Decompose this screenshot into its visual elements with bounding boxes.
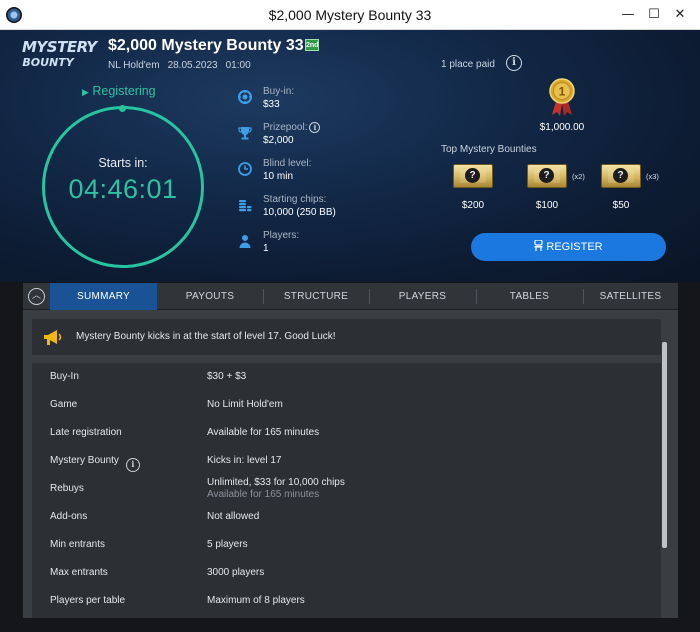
window-title: $2,000 Mystery Bounty 33	[268, 7, 432, 23]
person-icon	[239, 235, 251, 248]
first-place-prize: $1,000.00	[539, 122, 585, 133]
second-badge: 2nd	[305, 39, 319, 51]
question-mark-icon: ?	[613, 168, 628, 183]
tab-payouts[interactable]: PAYOUTS	[157, 283, 263, 310]
table-row: Players per table Maximum of 8 players	[50, 595, 305, 606]
bounty-envelope-1: ?	[453, 164, 493, 188]
question-mark-icon: ?	[539, 168, 554, 183]
close-button[interactable]: ✕	[668, 4, 692, 26]
play-arrow-icon: ▶	[82, 87, 89, 97]
mystery-bounty-info-icon[interactable]: i	[125, 458, 140, 472]
bounty-value: $100	[535, 200, 559, 211]
top-bounties-label: Top Mystery Bounties	[441, 144, 537, 155]
scrollbar[interactable]	[662, 342, 667, 548]
table-row: Late registration Available for 165 minut…	[50, 427, 320, 438]
register-button[interactable]: REGISTER	[471, 233, 666, 261]
svg-text:1: 1	[559, 85, 566, 99]
table-row: Game No Limit Hold'em	[50, 399, 283, 410]
tournament-meta: NL Hold'em 28.05.2023 01:00	[108, 60, 259, 71]
tab-tables[interactable]: TABLES	[476, 283, 583, 310]
prizepool-info-icon[interactable]: i	[309, 122, 321, 133]
bounty-envelope-2: ? (x2)	[527, 164, 585, 188]
places-paid-label: 1 place paid	[441, 59, 495, 70]
megaphone-icon	[44, 330, 62, 345]
window-bottom-edge	[0, 618, 700, 632]
bounty-envelope-3: ? (x3)	[601, 164, 659, 188]
registration-status: ▶ Registering	[82, 84, 156, 98]
tab-players[interactable]: PLAYERS	[369, 283, 476, 310]
collapse-chevron-up-icon[interactable]: ︿	[28, 288, 45, 305]
chair-icon	[534, 240, 543, 251]
table-row: Add-ons Not allowed	[50, 511, 260, 522]
bounty-multiplier: (x2)	[572, 172, 585, 181]
bounty-multiplier: (x3)	[646, 172, 659, 181]
tournament-name: $2,000 Mystery Bounty 33	[108, 37, 304, 54]
start-date: 28.05.2023	[167, 60, 218, 71]
tab-structure[interactable]: STRUCTURE	[263, 283, 369, 310]
chip-stack-icon	[239, 200, 252, 212]
bounty-value: $200	[461, 200, 485, 211]
summary-table: Buy-In $30 + $3 Game No Limit Hold'em Late…	[32, 363, 661, 618]
mystery-bounty-logo: MYSTERY BOUNTY	[22, 38, 97, 70]
tab-bar: ︿ SUMMARY PAYOUTS STRUCTURE PLAYERS TABL…	[23, 283, 678, 310]
tab-satellites[interactable]: SATELLITES	[583, 283, 678, 310]
game-type: NL Hold'em	[108, 60, 160, 71]
poker-chip-icon	[238, 90, 252, 104]
summary-panel: Mystery Bounty kicks in at the start of …	[23, 310, 678, 618]
countdown-timer: 04:46:01	[68, 174, 178, 204]
gold-medal-icon: 1	[549, 78, 575, 116]
maximize-button[interactable]: ☐	[642, 4, 666, 26]
start-time: 01:00	[225, 60, 251, 71]
notice-text: Mystery Bounty kicks in at the start of …	[76, 331, 336, 342]
tournament-header: MYSTERY BOUNTY $2,000 Mystery Bounty 33 …	[0, 30, 700, 282]
window-titlebar: $2,000 Mystery Bounty 33 — ☐ ✕	[0, 0, 700, 30]
table-row: Max entrants 3000 players	[50, 567, 265, 578]
minimize-button[interactable]: —	[616, 4, 640, 26]
places-paid-info-icon[interactable]: i	[506, 55, 522, 71]
table-row: Mystery Bounty i Kicks in: level 17	[50, 455, 282, 472]
trophy-icon	[238, 127, 252, 140]
clock-icon	[238, 162, 252, 176]
question-mark-icon: ?	[465, 168, 480, 183]
bounty-value: $50	[612, 200, 630, 211]
table-row: Min entrants 5 players	[50, 539, 248, 550]
table-row: Rebuys Unlimited, $33 for 10,000 chips Av…	[50, 477, 345, 500]
tab-summary[interactable]: SUMMARY	[50, 283, 157, 310]
starts-in-label: Starts in:	[98, 156, 148, 170]
notice-banner: Mystery Bounty kicks in at the start of …	[32, 319, 661, 355]
table-row: Buy-In $30 + $3	[50, 371, 247, 382]
countdown-ring-dot	[119, 105, 126, 112]
